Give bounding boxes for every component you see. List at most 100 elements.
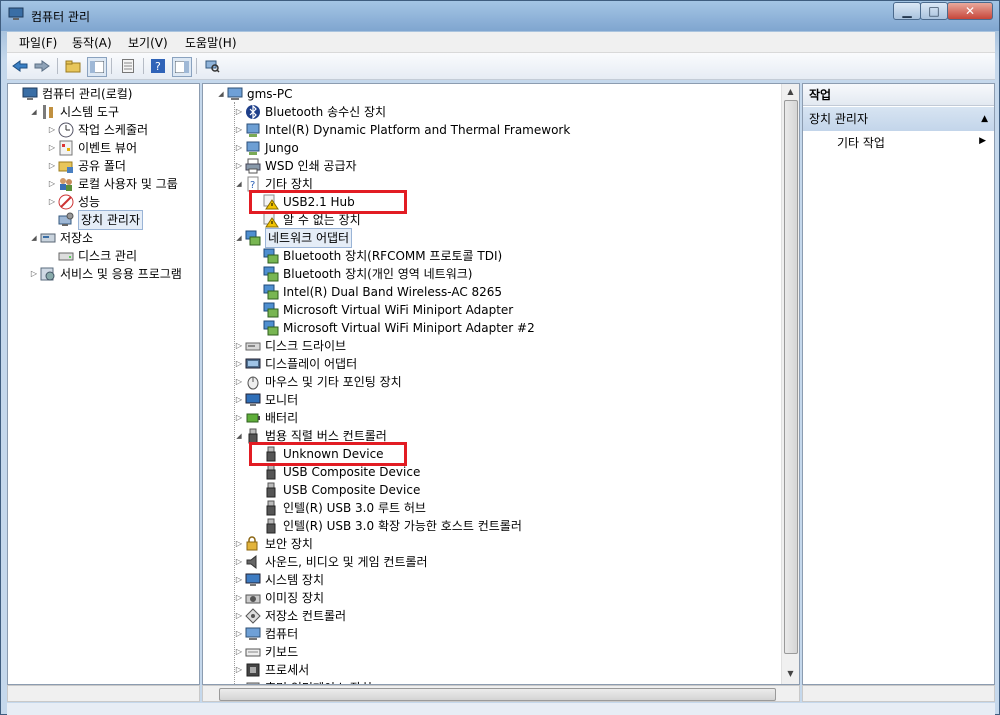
scroll-thumb-horizontal[interactable] xyxy=(219,688,776,701)
collapsed-arrow-icon[interactable]: ▷ xyxy=(233,391,245,409)
maximize-button[interactable]: □ xyxy=(920,2,948,20)
device-tree-item[interactable]: ▷ 디스플레이 어댑터 xyxy=(233,355,357,373)
left-horizontal-scrollbar[interactable] xyxy=(7,685,200,702)
device-tree-item[interactable]: ▷ 보안 장치 xyxy=(233,535,313,553)
device-tree-item[interactable]: ▷ 마우스 및 기타 포인팅 장치 xyxy=(233,373,402,391)
show-action-pane-icon[interactable] xyxy=(172,57,192,77)
menu-view[interactable]: 보기(V) xyxy=(128,34,168,51)
collapsed-arrow-icon[interactable]: ▷ xyxy=(233,607,245,625)
device-tree-item[interactable]: ▷ 컴퓨터 xyxy=(233,625,298,643)
collapsed-arrow-icon[interactable]: ▷ xyxy=(233,157,245,175)
up-folder-icon[interactable] xyxy=(64,57,82,75)
device-tree-item[interactable]: ▷ 이미징 장치 xyxy=(233,589,324,607)
console-tree-item[interactable]: ▷ 서비스 및 응용 프로그램 xyxy=(28,265,182,283)
more-actions-item[interactable]: 기타 작업 xyxy=(837,135,885,151)
expanded-arrow-icon[interactable]: ◢ xyxy=(28,103,40,121)
collapsed-arrow-icon[interactable]: ▷ xyxy=(46,175,58,193)
device-tree-item[interactable]: ▷ 모니터 xyxy=(233,391,298,409)
collapsed-arrow-icon[interactable]: ▷ xyxy=(233,571,245,589)
device-tree-item[interactable]: Intel(R) Dual Band Wireless-AC 8265 xyxy=(251,283,502,301)
console-tree-item[interactable]: 컴퓨터 관리(로컬) xyxy=(10,85,132,103)
collapsed-arrow-icon[interactable]: ▷ xyxy=(46,157,58,175)
collapsed-arrow-icon[interactable]: ▷ xyxy=(233,589,245,607)
console-tree-item[interactable]: ▷ 로컬 사용자 및 그룹 xyxy=(46,175,178,193)
collapsed-arrow-icon[interactable]: ▷ xyxy=(233,409,245,427)
console-tree-item[interactable]: ▷ 성능 xyxy=(46,193,100,211)
scroll-thumb[interactable] xyxy=(784,100,798,654)
console-tree-item[interactable]: 디스크 관리 xyxy=(46,247,137,265)
collapsed-arrow-icon[interactable]: ▷ xyxy=(233,103,245,121)
device-tree-item[interactable]: ◢ 네트워크 어댑터 xyxy=(233,228,353,248)
usb-icon xyxy=(263,500,279,516)
device-tree-item[interactable]: Bluetooth 장치(개인 영역 네트워크) xyxy=(251,265,472,283)
expanded-arrow-icon[interactable]: ◢ xyxy=(28,229,40,247)
device-tree-item[interactable]: ▷ 사운드, 비디오 및 게임 컨트롤러 xyxy=(233,553,428,571)
minimize-button[interactable]: ▁ xyxy=(893,2,921,20)
collapsed-arrow-icon[interactable]: ▷ xyxy=(233,661,245,679)
menu-help[interactable]: 도움말(H) xyxy=(185,34,237,51)
expanded-arrow-icon[interactable]: ◢ xyxy=(215,85,227,103)
show-tree-icon[interactable] xyxy=(87,57,107,77)
expanded-arrow-icon[interactable]: ◢ xyxy=(233,175,245,193)
device-tree-item[interactable]: ▷ Jungo xyxy=(233,139,299,157)
device-tree-item[interactable]: USB Composite Device xyxy=(251,481,420,499)
console-tree-item[interactable]: ◢ 저장소 xyxy=(28,229,93,247)
console-tree-label: 작업 스케줄러 xyxy=(78,123,149,137)
console-tree-item[interactable]: ▷ 공유 폴더 xyxy=(46,157,126,175)
expanded-arrow-icon[interactable]: ◢ xyxy=(233,427,245,445)
device-tree-item[interactable]: ▷ 배터리 xyxy=(233,409,298,427)
collapsed-arrow-icon[interactable]: ▷ xyxy=(233,625,245,643)
scroll-down-icon[interactable]: ▼ xyxy=(784,666,797,682)
device-tree-item[interactable]: ◢ gms-PC xyxy=(215,85,292,103)
collapsed-arrow-icon[interactable]: ▷ xyxy=(233,553,245,571)
console-tree-item[interactable]: ▷ 작업 스케줄러 xyxy=(46,121,148,139)
console-tree-item[interactable]: 장치 관리자 xyxy=(46,210,144,230)
collapsed-arrow-icon[interactable]: ▷ xyxy=(233,643,245,661)
device-tree-item[interactable]: Microsoft Virtual WiFi Miniport Adapter xyxy=(251,301,513,319)
device-tree-item[interactable]: ▷ WSD 인쇄 공급자 xyxy=(233,157,357,175)
device-tree-item[interactable]: ▷ 디스크 드라이브 xyxy=(233,337,346,355)
mouse-icon xyxy=(245,374,261,390)
collapsed-arrow-icon[interactable]: ▷ xyxy=(233,535,245,553)
device-tree-item[interactable]: 인텔(R) USB 3.0 확장 가능한 호스트 컨트롤러 xyxy=(251,517,522,535)
help-icon[interactable]: ? xyxy=(149,57,167,75)
forward-icon[interactable] xyxy=(33,57,51,75)
expanded-arrow-icon[interactable]: ◢ xyxy=(233,229,245,247)
collapsed-arrow-icon[interactable]: ▷ xyxy=(233,373,245,391)
collapsed-arrow-icon[interactable]: ▷ xyxy=(46,139,58,157)
collapsed-arrow-icon[interactable]: ▷ xyxy=(46,121,58,139)
title-bar[interactable]: 컴퓨터 관리 ▁ □ ✕ xyxy=(1,1,999,31)
actions-section-device-manager[interactable]: 장치 관리자 ▲ xyxy=(803,107,994,131)
device-tree-item[interactable]: Bluetooth 장치(RFCOMM 프로토콜 TDI) xyxy=(251,247,502,265)
collapsed-arrow-icon[interactable]: ▷ xyxy=(233,355,245,373)
back-icon[interactable] xyxy=(11,57,29,75)
device-tree-vertical-scrollbar[interactable]: ▲ ▼ xyxy=(781,84,799,684)
device-tree-item[interactable]: ▷ 키보드 xyxy=(233,643,298,661)
actions-horizontal-scrollbar[interactable] xyxy=(802,685,995,702)
collapse-up-icon[interactable]: ▲ xyxy=(981,107,988,131)
device-tree-item[interactable]: ▷ 저장소 컨트롤러 xyxy=(233,607,346,625)
collapsed-arrow-icon[interactable]: ▷ xyxy=(233,121,245,139)
console-tree-label: 서비스 및 응용 프로그램 xyxy=(60,267,182,281)
collapsed-arrow-icon[interactable]: ▷ xyxy=(233,337,245,355)
device-tree-item[interactable]: ▷ 프로세서 xyxy=(233,661,309,679)
device-tree-horizontal-scrollbar[interactable] xyxy=(202,685,800,702)
close-button[interactable]: ✕ xyxy=(947,2,993,20)
console-tree-item[interactable]: ▷ 이벤트 뷰어 xyxy=(46,139,137,157)
device-tree-item[interactable]: ▷ Intel(R) Dynamic Platform and Thermal F… xyxy=(233,121,570,139)
menu-file[interactable]: 파일(F) xyxy=(19,34,57,51)
properties-icon[interactable] xyxy=(119,57,137,75)
device-tree-item[interactable]: ▷ 시스템 장치 xyxy=(233,571,324,589)
device-tree-item[interactable]: 인텔(R) USB 3.0 루트 허브 xyxy=(251,499,426,517)
device-tree-item[interactable]: ▷ Bluetooth 송수신 장치 xyxy=(233,103,386,121)
collapsed-arrow-icon[interactable]: ▷ xyxy=(233,139,245,157)
collapsed-arrow-icon[interactable]: ▷ xyxy=(28,265,40,283)
menu-action[interactable]: 동작(A) xyxy=(72,34,112,51)
device-tree-label: 디스크 드라이브 xyxy=(265,339,347,353)
scroll-up-icon[interactable]: ▲ xyxy=(784,84,797,100)
scan-hardware-icon[interactable] xyxy=(203,57,221,75)
console-tree-item[interactable]: ◢ 시스템 도구 xyxy=(28,103,119,121)
device-tree-item[interactable]: Microsoft Virtual WiFi Miniport Adapter … xyxy=(251,319,535,337)
collapsed-arrow-icon[interactable]: ▷ xyxy=(46,193,58,211)
computer-management-window: 컴퓨터 관리 ▁ □ ✕ 파일(F) 동작(A) 보기(V) 도움말(H) ? … xyxy=(0,0,1000,715)
